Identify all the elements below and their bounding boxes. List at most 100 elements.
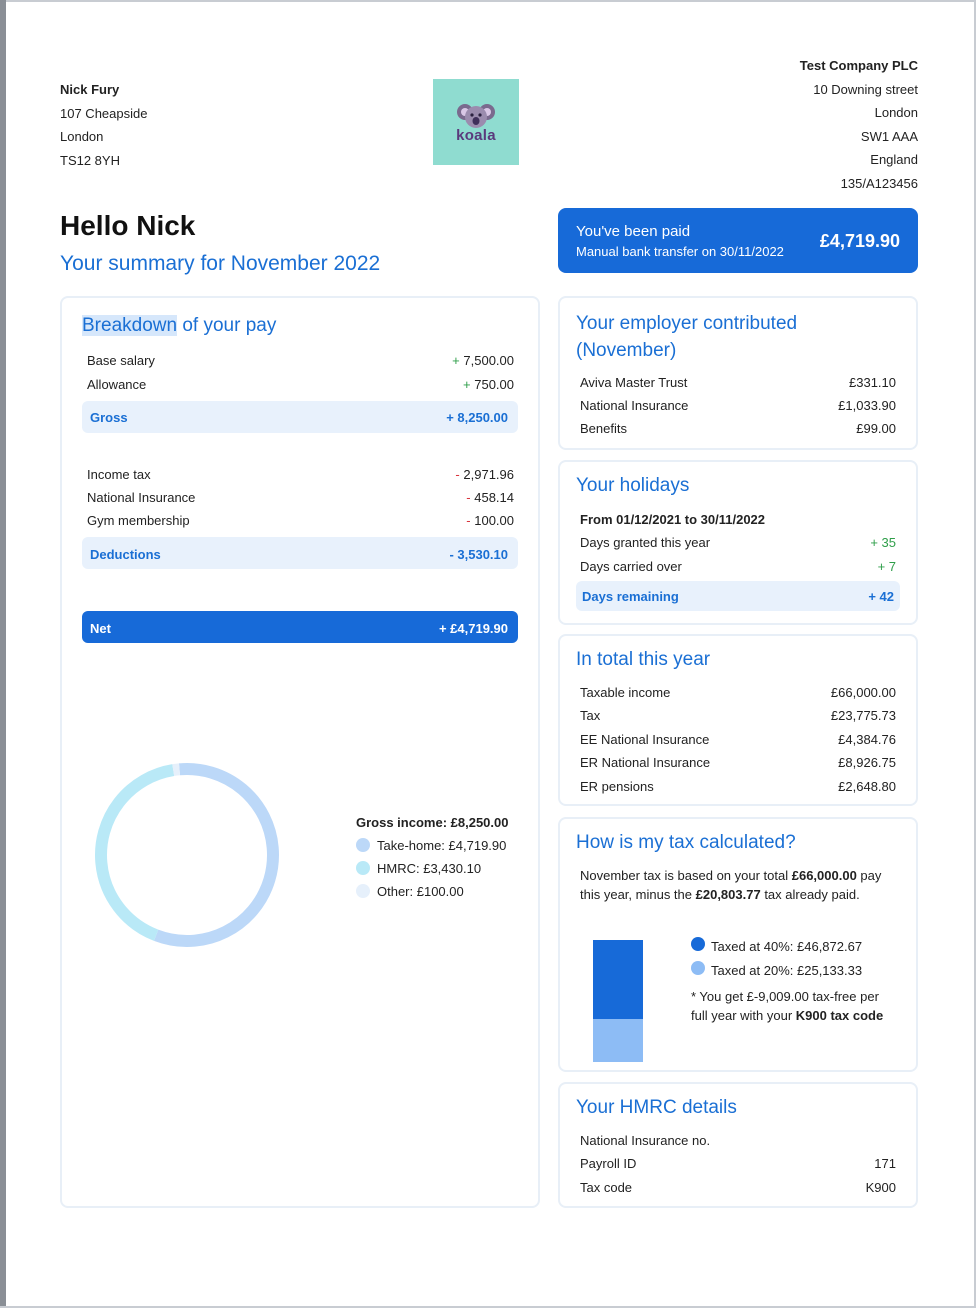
chart-title: Gross income: £8,250.00 [356, 815, 509, 830]
holidays-row-label: Days granted this year [580, 535, 711, 550]
earning-value: + 750.00 [463, 377, 514, 392]
year-total-value: £66,000.00 [830, 685, 896, 700]
employer-title: Your employer contributed (November) [576, 313, 798, 361]
company-address-line: 10 Downing street [813, 81, 918, 97]
year-total-title: In total this year [576, 649, 711, 670]
breakdown-title-highlight: Breakdown [82, 315, 178, 336]
year-total-label: EE National Insurance [580, 732, 710, 747]
employer-row-label: National Insurance [580, 398, 689, 413]
employee-name: Nick Fury [60, 82, 120, 97]
tax-band-bar [593, 940, 643, 1062]
legend-swatch-take-home [356, 838, 370, 852]
holidays-card: Your holidays From 01/12/2021 to 30/11/2… [558, 460, 918, 625]
hmrc-card: Your HMRC details National Insurance no.… [558, 1082, 918, 1208]
year-total-label: ER National Insurance [580, 755, 711, 770]
tax-band-40-swatch [691, 937, 705, 951]
hmrc-row-value: 171 [874, 1156, 896, 1171]
holidays-row-value: + 35 [870, 535, 896, 550]
employer-row-label: Aviva Master Trust [580, 375, 688, 390]
holidays-row-value: + 7 [877, 559, 896, 574]
deductions-label: Deductions [90, 547, 161, 562]
hmrc-row-label: Payroll ID [580, 1156, 637, 1171]
holidays-title: Your holidays [576, 475, 690, 496]
tax-calc-title: How is my tax calculated? [576, 832, 796, 853]
company-address-line: England [870, 152, 918, 167]
company-address-line: SW1 AAA [860, 128, 918, 144]
employer-row-value: £1,033.90 [838, 398, 896, 413]
net-value: + £4,719.90 [438, 621, 508, 636]
breakdown-title-rest: of your pay [177, 315, 277, 336]
paid-banner: You've been paid Manual bank transfer on… [558, 208, 918, 273]
greeting-heading: Hello Nick [60, 210, 196, 241]
hmrc-row-label: National Insurance no. [580, 1133, 711, 1148]
company-logo: koala [433, 79, 519, 165]
tax-calc-description: November tax is based on your total £66,… [580, 868, 882, 902]
breakdown-title: Breakdown of your pay [82, 312, 276, 339]
net-label: Net [90, 621, 111, 636]
employer-row-value: £99.00 [856, 421, 896, 436]
company-name: Test Company PLC [799, 58, 918, 73]
days-remaining-value: + 42 [868, 589, 894, 604]
pay-donut-chart [95, 763, 279, 947]
year-total-card: In total this year Taxable income £66,00… [558, 634, 918, 806]
gross-label: Gross [90, 410, 128, 425]
deduction-value: - 2,971.96 [455, 467, 514, 482]
holidays-period: From 01/12/2021 to 30/11/2022 [580, 512, 766, 527]
legend-swatch-other [356, 884, 370, 898]
employee-address-line: London [60, 129, 104, 144]
tax-band-40-segment [593, 940, 643, 1019]
deductions-value: - 3,530.10 [449, 547, 508, 562]
year-total-value: £4,384.76 [838, 732, 896, 747]
year-total-value: £2,648.80 [838, 779, 896, 794]
paid-amount: £4,719.90 [819, 231, 900, 251]
deduction-value: - 100.00 [466, 513, 514, 528]
tax-band-20-segment [593, 1019, 643, 1062]
employer-row-value: £331.10 [849, 375, 896, 390]
tax-band-20-swatch [691, 961, 705, 975]
deduction-value: - 458.14 [466, 490, 514, 505]
hmrc-row-value: K900 [865, 1180, 896, 1195]
employee-address: Nick Fury 107 Cheapside London TS12 8YH [60, 78, 147, 172]
donut-slice-hmrc [95, 763, 279, 947]
year-total-value: £8,926.75 [838, 755, 896, 770]
tax-free-note: * You get £-9,009.00 tax-free per full y… [691, 989, 884, 1023]
deduction-label: National Insurance [87, 490, 196, 505]
earning-label: Allowance [87, 377, 147, 392]
employee-address-line: 107 Cheapside [60, 105, 148, 121]
year-total-label: Tax [580, 708, 601, 723]
company-address: Test Company PLC 10 Downing street Londo… [800, 54, 918, 195]
donut-slice-other [95, 763, 279, 947]
hmrc-row-label: Tax code [580, 1180, 633, 1195]
logo-text: koala [456, 126, 496, 144]
employee-address-line: TS12 8YH [60, 152, 120, 168]
year-total-value: £23,775.73 [830, 708, 896, 723]
tax-band-20-label: Taxed at 20%: £25,133.33 [711, 963, 863, 978]
legend-other: Other: £100.00 [377, 884, 464, 899]
page-edge-left [0, 0, 6, 1308]
company-reference: 135/A123456 [840, 175, 918, 191]
days-remaining-label: Days remaining [582, 589, 679, 604]
earning-label: Base salary [87, 353, 155, 368]
employer-card: Your employer contributed (November) Avi… [558, 296, 918, 450]
breakdown-card: Breakdown of your pay Base salary + 7,50… [60, 296, 540, 1208]
legend-swatch-hmrc [356, 861, 370, 875]
deduction-label: Income tax [87, 467, 151, 482]
earning-value: + 7,500.00 [452, 353, 514, 368]
hmrc-title: Your HMRC details [576, 1097, 737, 1118]
page-edge-top [0, 0, 976, 2]
deduction-label: Gym membership [87, 513, 190, 528]
legend-take-home: Take-home: £4,719.90 [377, 838, 507, 853]
tax-calc-card: How is my tax calculated? November tax i… [558, 817, 918, 1072]
year-total-label: Taxable income [580, 685, 671, 700]
summary-title: Your summary for November 2022 [60, 252, 381, 275]
year-total-label: ER pensions [580, 779, 654, 794]
company-address-line: London [874, 105, 918, 120]
gross-value: + 8,250.00 [446, 410, 508, 425]
tax-band-40-label: Taxed at 40%: £46,872.67 [711, 939, 863, 954]
legend-hmrc: HMRC: £3,430.10 [377, 861, 482, 876]
paid-title: You've been paid [576, 223, 691, 240]
paid-subtitle: Manual bank transfer on 30/11/2022 [576, 244, 784, 259]
employer-row-label: Benefits [580, 421, 627, 436]
holidays-row-label: Days carried over [580, 559, 682, 574]
donut-slice-take-home [95, 763, 279, 947]
